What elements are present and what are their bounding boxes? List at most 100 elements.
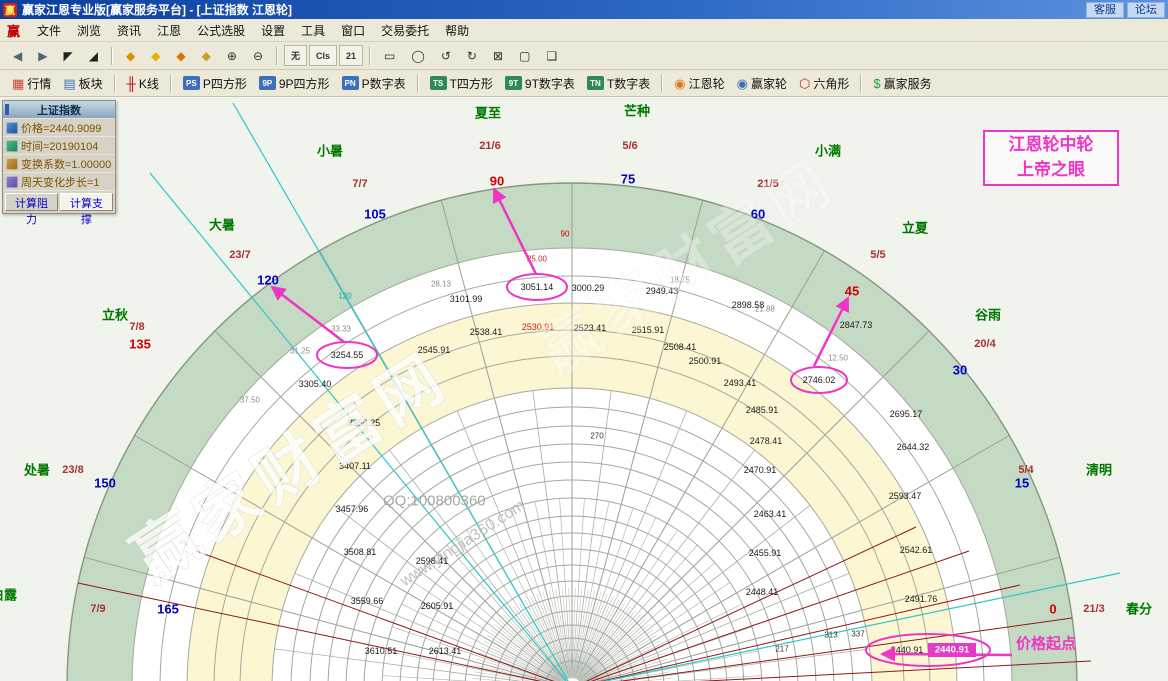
- menu-item-3[interactable]: 资讯: [109, 20, 149, 41]
- svg-text:337: 337: [851, 630, 865, 639]
- rotate-right-button[interactable]: ↻: [460, 45, 484, 66]
- zoom-in-button[interactable]: ⊕: [220, 45, 244, 66]
- blocks-button[interactable]: ▤ 板块: [59, 74, 106, 93]
- diamond-tool-2-button[interactable]: ◆: [144, 45, 167, 66]
- menu-item-7[interactable]: 工具: [293, 20, 333, 41]
- cls-button[interactable]: Cls: [309, 45, 337, 66]
- dashed-box-tool-button[interactable]: ▢: [512, 45, 537, 66]
- svg-text:处暑: 处暑: [23, 463, 50, 478]
- svg-text:21/6: 21/6: [479, 140, 500, 152]
- svg-text:2463.41: 2463.41: [754, 509, 787, 519]
- menu-item-1[interactable]: 文件: [29, 20, 69, 41]
- box-x-tool-button[interactable]: ⊠: [486, 45, 510, 66]
- forward-button[interactable]: ▶: [31, 45, 54, 66]
- svg-text:白露: 白露: [0, 588, 18, 603]
- svg-text:21.88: 21.88: [755, 305, 776, 314]
- blocks-icon: ▤: [63, 77, 75, 90]
- toolbar-separator: [661, 74, 663, 92]
- hexagon-button[interactable]: ⬡六角形: [795, 74, 853, 93]
- calc-support-button[interactable]: 计算支撑: [60, 193, 113, 211]
- menu-logo-icon: 赢: [7, 21, 20, 40]
- rotate-left-button[interactable]: ↺: [434, 45, 458, 66]
- symbol-name: 上证指数: [37, 102, 81, 118]
- kline-button[interactable]: ╫K线: [123, 74, 163, 93]
- winner-wheel-button[interactable]: ◉赢家轮: [733, 74, 791, 93]
- diamond-tool-3-button[interactable]: ◆: [169, 45, 192, 66]
- gann-wheel-button[interactable]: ◉江恩轮: [670, 74, 728, 93]
- svg-text:2448.41: 2448.41: [746, 587, 779, 597]
- 9t-square-button[interactable]: 9T9T数字表: [501, 74, 579, 93]
- svg-text:2485.91: 2485.91: [746, 405, 779, 415]
- diamond-tool-4-button[interactable]: ◆: [195, 45, 218, 66]
- p-square-label: P四方形: [203, 75, 247, 92]
- pointer-tool-button[interactable]: ◤: [56, 45, 79, 66]
- app-logo-icon: 赢: [3, 3, 17, 17]
- svg-text:2508.41: 2508.41: [664, 342, 697, 352]
- menu-item-4[interactable]: 江恩: [149, 20, 189, 41]
- window-title: 赢家江恩专业版[赢家服务平台] - [上证指数 江恩轮]: [22, 1, 1083, 18]
- t-square-button[interactable]: TST四方形: [426, 74, 497, 93]
- calendar-button[interactable]: 21: [339, 45, 363, 66]
- svg-text:2847.73: 2847.73: [840, 320, 873, 330]
- svg-text:28.13: 28.13: [431, 280, 452, 289]
- rect-tool-button[interactable]: ▭: [377, 45, 402, 66]
- svg-text:15: 15: [1015, 476, 1029, 491]
- menu-item-5[interactable]: 公式选股: [189, 20, 253, 41]
- t-square-label: T四方形: [450, 75, 493, 92]
- svg-text:0: 0: [1049, 602, 1056, 617]
- menu-item-9[interactable]: 交易委托: [373, 20, 437, 41]
- comment-tool-button[interactable]: ❏: [539, 45, 564, 66]
- main-toolbar: ◀▶◤◢◆◆◆◆⊕⊖无Cls21▭◯↺↻⊠▢❏: [0, 42, 1168, 70]
- winner-wheel-label: 赢家轮: [751, 75, 787, 92]
- svg-text:150: 150: [94, 476, 116, 491]
- step-icon: [6, 176, 18, 188]
- svg-text:春分: 春分: [1125, 602, 1152, 617]
- ellipse-tool-button[interactable]: ◯: [404, 45, 431, 66]
- svg-text:217: 217: [775, 645, 789, 654]
- coefficient-icon: [6, 158, 18, 170]
- app-window: 赢 赢家江恩专业版[赢家服务平台] - [上证指数 江恩轮] 客服 论坛 赢 文…: [0, 0, 1168, 681]
- service-icon: $: [873, 77, 880, 90]
- quotes-button[interactable]: ▦行情: [8, 74, 55, 93]
- svg-text:7/9: 7/9: [90, 603, 105, 615]
- svg-text:2593.47: 2593.47: [889, 491, 922, 501]
- price-icon: [6, 122, 18, 134]
- svg-text:小满: 小满: [815, 144, 841, 159]
- diamond-tool-1-button[interactable]: ◆: [119, 45, 142, 66]
- svg-text:31.25: 31.25: [290, 347, 311, 356]
- svg-text:21/3: 21/3: [1083, 603, 1104, 615]
- menu-item-2[interactable]: 浏览: [69, 20, 109, 41]
- p-square-button[interactable]: PSP四方形: [179, 74, 251, 93]
- svg-text:120: 120: [257, 273, 279, 288]
- svg-text:谷雨: 谷雨: [975, 308, 1001, 323]
- 9t-square-icon: 9T: [505, 76, 522, 90]
- pointer-tool-2-button[interactable]: ◢: [82, 45, 105, 66]
- wu-button[interactable]: 无: [284, 45, 307, 66]
- menu-item-6[interactable]: 设置: [253, 20, 293, 41]
- blocks-label: 板块: [79, 75, 103, 92]
- svg-text:3051.14: 3051.14: [521, 282, 554, 292]
- svg-text:大暑: 大暑: [209, 218, 235, 233]
- hexagon-icon: ⬡: [799, 77, 810, 90]
- calc-resistance-button[interactable]: 计算阻力: [5, 193, 58, 211]
- menu-item-8[interactable]: 窗口: [333, 20, 373, 41]
- svg-text:3610.51: 3610.51: [365, 646, 398, 656]
- p-square-icon: PS: [183, 76, 200, 90]
- back-button[interactable]: ◀: [6, 45, 29, 66]
- forum-button[interactable]: 论坛: [1127, 2, 1165, 18]
- service-button[interactable]: $赢家服务: [869, 74, 935, 93]
- 9p-square-button[interactable]: 9P9P四方形: [255, 74, 334, 93]
- panel-row: 周天变化步长=1: [3, 172, 115, 190]
- svg-text:2470.91: 2470.91: [744, 465, 777, 475]
- t-table-button[interactable]: TNT数字表: [583, 74, 654, 93]
- t-table-label: T数字表: [607, 75, 650, 92]
- annotation-arrow: [882, 654, 1012, 655]
- toolbar-separator: [860, 74, 862, 92]
- p-table-button[interactable]: PNP数字表: [338, 74, 410, 93]
- zoom-out-button[interactable]: ⊖: [246, 45, 270, 66]
- menu-item-10[interactable]: 帮助: [437, 20, 477, 41]
- svg-text:313: 313: [824, 631, 838, 640]
- svg-text:芒种: 芒种: [624, 104, 650, 119]
- toolbar-separator: [417, 74, 419, 92]
- customer-service-button[interactable]: 客服: [1086, 2, 1124, 18]
